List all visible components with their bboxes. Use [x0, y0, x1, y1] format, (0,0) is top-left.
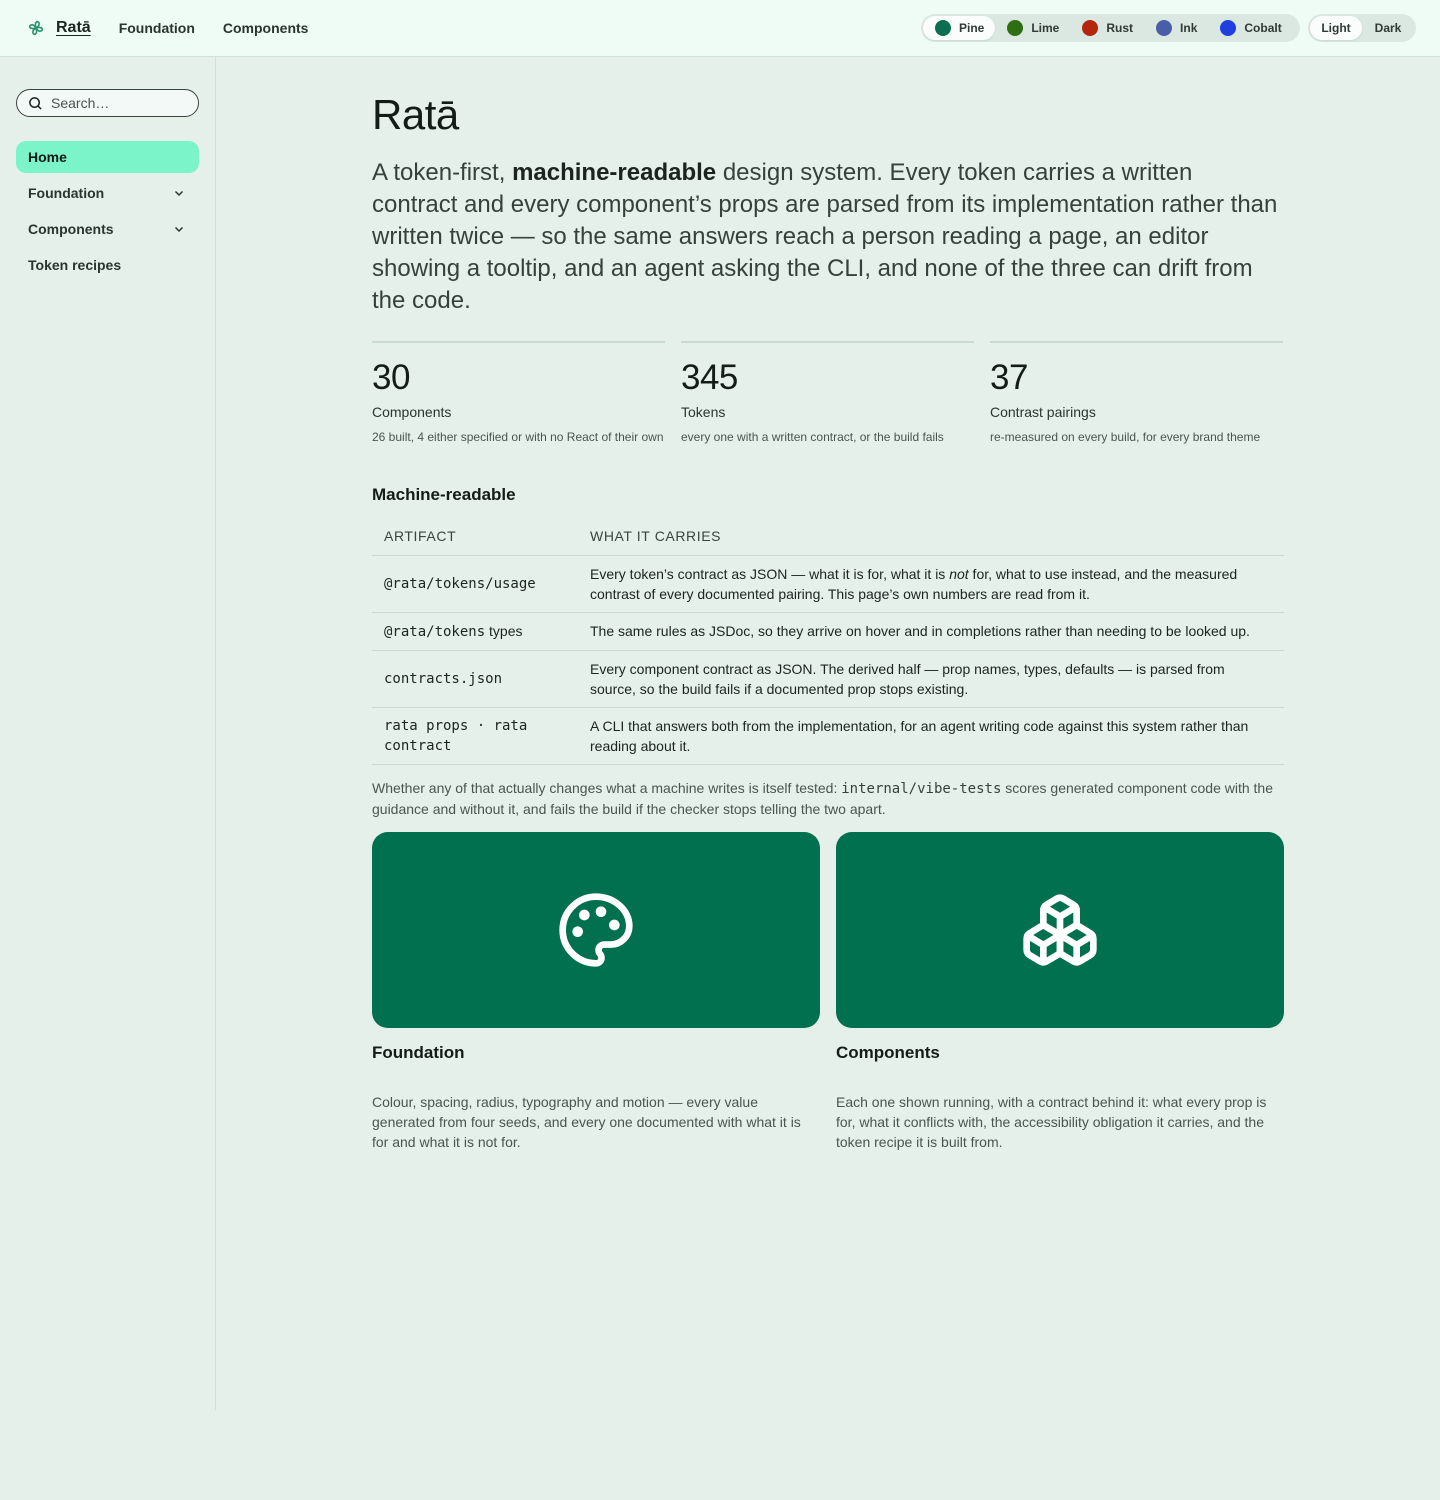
card-hero — [836, 832, 1284, 1028]
stat-label: Contrast pairings — [990, 404, 1096, 420]
rata-logo-icon — [26, 18, 46, 38]
description-text: Every token’s contract as JSON — what it… — [590, 565, 950, 582]
description-cell: Every component contract as JSON. The de… — [578, 650, 1284, 708]
theme-label: Rust — [1106, 21, 1134, 35]
rust-swatch-icon — [1082, 20, 1099, 36]
stat-label: Components — [372, 404, 452, 420]
theme-label: Pine — [959, 21, 985, 35]
top-bar: Ratā Foundation Components Pine Lime Rus… — [0, 0, 1440, 57]
artifacts-table: ARTIFACT WHAT IT CARRIES @rata/tokens/us… — [372, 518, 1284, 765]
column-header-artifact: ARTIFACT — [372, 518, 578, 556]
sidebar-item-label: Components — [28, 221, 114, 237]
theme-label: Ink — [1180, 21, 1198, 35]
sidebar-item-label: Foundation — [28, 185, 105, 201]
pine-swatch-icon — [935, 20, 951, 36]
table-row: rata props · rata contract A CLI that an… — [372, 707, 1284, 765]
description-text: A CLI that answers both from the impleme… — [590, 717, 1249, 754]
card-description: Each one shown running, with a contract … — [836, 1094, 1267, 1150]
brand-name: Ratā — [56, 19, 91, 36]
section-cards: Foundation Colour, spacing, radius, typo… — [372, 832, 1284, 1152]
stat-note: 26 built, 4 either specified or with no … — [372, 430, 664, 444]
vibe-tests-note: Whether any of that actually changes wha… — [372, 778, 1284, 819]
note-text: Whether any of that actually changes wha… — [372, 780, 842, 796]
sidebar-item-components[interactable]: Components — [16, 213, 199, 245]
lime-swatch-icon — [1007, 20, 1024, 36]
mode-option-light[interactable]: Light — [1310, 16, 1362, 40]
artifact-cell: contracts.json — [372, 650, 578, 708]
card-foundation[interactable]: Foundation Colour, spacing, radius, typo… — [372, 832, 820, 1152]
top-nav: Foundation Components — [119, 20, 309, 36]
stat-label: Tokens — [681, 404, 726, 420]
artifact-code: @rata/tokens/usage — [384, 575, 536, 592]
lead-paragraph: A token-first, machine-readable design s… — [372, 157, 1284, 317]
theme-label: Lime — [1031, 21, 1060, 35]
card-title: Foundation — [372, 1043, 465, 1062]
topnav-components[interactable]: Components — [223, 20, 309, 36]
artifact-cell: @rata/tokens types — [372, 612, 578, 651]
brand-link[interactable]: Ratā — [26, 18, 91, 38]
search-box — [16, 89, 199, 117]
chevron-down-icon — [173, 223, 185, 235]
sidebar-item-home[interactable]: Home — [16, 141, 199, 173]
artifact-cell: @rata/tokens/usage — [372, 555, 578, 613]
table-header-row: ARTIFACT WHAT IT CARRIES — [372, 518, 1284, 556]
description-text: Every component contract as JSON. The de… — [590, 660, 1225, 697]
stat-value: 345 — [681, 358, 738, 397]
column-header-what-it-carries: WHAT IT CARRIES — [578, 518, 1284, 556]
mode-option-dark[interactable]: Dark — [1362, 16, 1414, 40]
description-cell: The same rules as JSDoc, so they arrive … — [578, 612, 1284, 651]
lead-emphasis: machine-readable — [512, 159, 717, 186]
description-cell: Every token’s contract as JSON — what it… — [578, 555, 1284, 613]
ink-swatch-icon — [1156, 20, 1173, 36]
note-code: internal/vibe-tests — [841, 781, 1002, 797]
stat-value: 30 — [372, 358, 410, 397]
stat-contrast-pairings: 37 Contrast pairings re-measured on ever… — [990, 341, 1283, 444]
theme-option-cobalt[interactable]: Cobalt — [1208, 16, 1292, 40]
section-title: Machine-readable — [372, 485, 516, 504]
sidebar-item-token-recipes[interactable]: Token recipes — [16, 249, 199, 281]
stat-components: 30 Components 26 built, 4 either specifi… — [372, 341, 665, 444]
artifact-suffix: types — [485, 622, 523, 639]
artifact-code: rata props · rata contract — [384, 717, 528, 754]
card-hero — [372, 832, 820, 1028]
table-row: @rata/tokens/usage Every token’s contrac… — [372, 555, 1284, 613]
theme-option-ink[interactable]: Ink — [1144, 16, 1208, 40]
theme-option-lime[interactable]: Lime — [995, 16, 1070, 40]
card-description: Colour, spacing, radius, typography and … — [372, 1094, 801, 1150]
blocks-icon — [1020, 890, 1100, 970]
stats-row: 30 Components 26 built, 4 either specifi… — [372, 341, 1284, 444]
theme-label: Cobalt — [1244, 21, 1282, 35]
artifact-code: contracts.json — [384, 670, 503, 687]
sidebar: Home Foundation Components Token recipes — [0, 57, 216, 1410]
color-mode-picker: Light Dark — [1308, 14, 1416, 42]
card-title: Components — [836, 1043, 940, 1062]
topnav-foundation[interactable]: Foundation — [119, 20, 195, 36]
artifact-cell: rata props · rata contract — [372, 707, 578, 765]
sidebar-item-label: Home — [28, 149, 67, 165]
stat-note: every one with a written contract, or th… — [681, 430, 944, 444]
search-input[interactable] — [51, 95, 191, 111]
theme-option-pine[interactable]: Pine — [923, 16, 996, 40]
table-row: contracts.json Every component contract … — [372, 650, 1284, 708]
brand-theme-picker: Pine Lime Rust Ink Cobalt — [921, 14, 1300, 42]
stat-tokens: 345 Tokens every one with a written cont… — [681, 341, 974, 444]
table-row: @rata/tokens types The same rules as JSD… — [372, 612, 1284, 651]
artifact-code: @rata/tokens — [384, 623, 486, 640]
stat-note: re-measured on every build, for every br… — [990, 430, 1261, 444]
card-components[interactable]: Components Each one shown running, with … — [836, 832, 1284, 1152]
sidebar-item-foundation[interactable]: Foundation — [16, 177, 199, 209]
description-cell: A CLI that answers both from the impleme… — [578, 707, 1284, 765]
palette-icon — [556, 890, 636, 970]
description-text: The same rules as JSDoc, so they arrive … — [590, 623, 1250, 639]
lead-text: A token-first, — [372, 159, 513, 186]
sidebar-item-label: Token recipes — [28, 257, 122, 273]
stat-value: 37 — [990, 358, 1028, 397]
theme-option-rust[interactable]: Rust — [1070, 16, 1144, 40]
chevron-down-icon — [173, 187, 185, 199]
search-icon — [28, 96, 43, 111]
page-title: Ratā — [372, 91, 459, 138]
cobalt-swatch-icon — [1220, 20, 1237, 36]
description-emphasis: not — [949, 565, 969, 582]
sidebar-nav: Home Foundation Components Token recipes — [16, 141, 199, 285]
